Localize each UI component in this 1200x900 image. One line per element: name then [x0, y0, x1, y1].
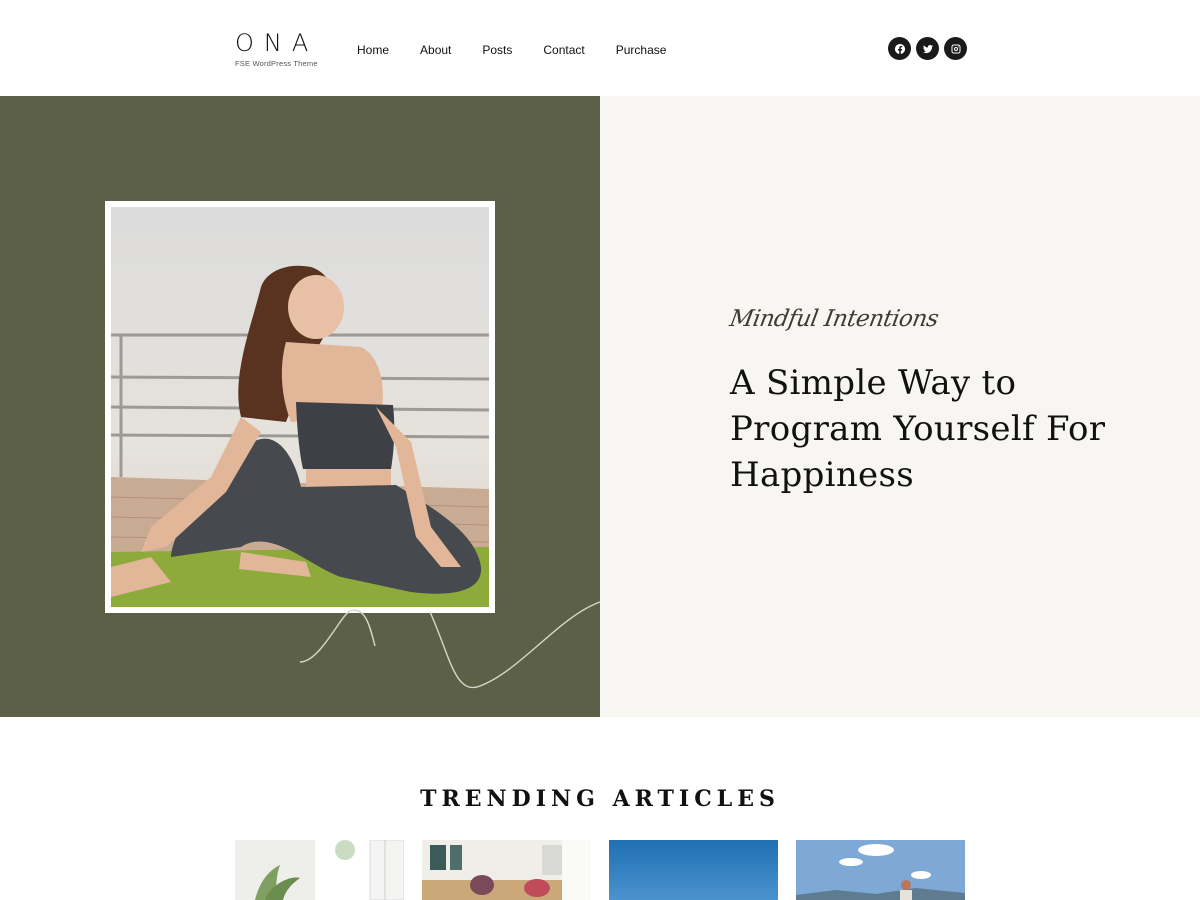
site-logo[interactable]: ONA FSE WordPress Theme [235, 30, 318, 68]
social-links [888, 37, 967, 60]
hero-image-panel [0, 96, 600, 717]
nav-purchase[interactable]: Purchase [616, 43, 667, 57]
decorative-line [299, 601, 600, 689]
twitter-icon[interactable] [916, 37, 939, 60]
article-image-yoga-class[interactable] [422, 840, 591, 900]
article-card-2[interactable] [422, 840, 591, 900]
nav-about[interactable]: About [420, 43, 451, 57]
article-card-1[interactable] [235, 840, 404, 900]
article-card-4[interactable] [796, 840, 965, 900]
article-image-sky[interactable] [609, 840, 778, 900]
hero-script-text: Mindful Intentions [727, 306, 941, 332]
article-card-3[interactable] [609, 840, 778, 900]
instagram-icon[interactable] [944, 37, 967, 60]
nav-home[interactable]: Home [357, 43, 389, 57]
nav-posts[interactable]: Posts [482, 43, 512, 57]
hero-text-panel: Mindful Intentions A Simple Way to Progr… [600, 96, 1200, 717]
article-image-mountain[interactable] [796, 840, 965, 900]
nav-contact[interactable]: Contact [543, 43, 584, 57]
article-image-plants[interactable] [235, 840, 404, 900]
facebook-icon[interactable] [888, 37, 911, 60]
site-header: ONA FSE WordPress Theme Home About Posts… [0, 0, 1200, 96]
trending-cards [235, 840, 965, 900]
hero-headline: A Simple Way to Program Yourself For Hap… [730, 363, 1106, 495]
trending-title: TRENDING ARTICLES [420, 786, 780, 812]
logo-title[interactable]: ONA [235, 30, 318, 56]
logo-tagline: FSE WordPress Theme [235, 59, 318, 68]
main-nav: Home About Posts Contact Purchase [357, 43, 697, 57]
